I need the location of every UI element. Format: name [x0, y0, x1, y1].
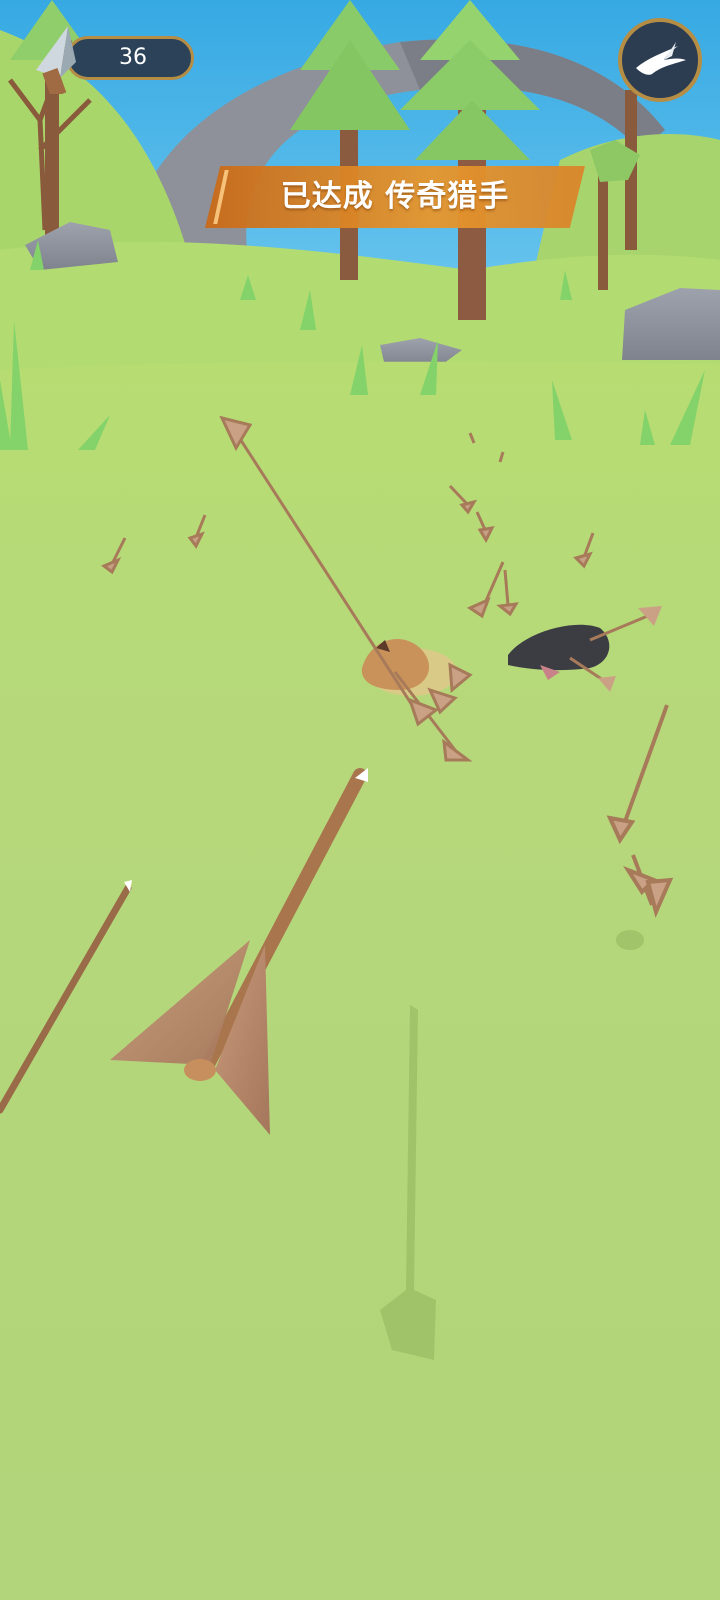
swallow-bird-icon [636, 42, 686, 75]
arrowhead-icon [36, 26, 76, 94]
arrow-count: 36 [119, 45, 147, 70]
achievement-text: 已达成 传奇猎手 [280, 179, 510, 214]
grass-field [0, 361, 720, 1600]
game-scene[interactable] [0, 0, 720, 1600]
arrow-counter: 36 [18, 22, 194, 94]
special-skill-button[interactable] [618, 18, 702, 102]
achievement-banner: 已达成 传奇猎手 [205, 166, 585, 228]
